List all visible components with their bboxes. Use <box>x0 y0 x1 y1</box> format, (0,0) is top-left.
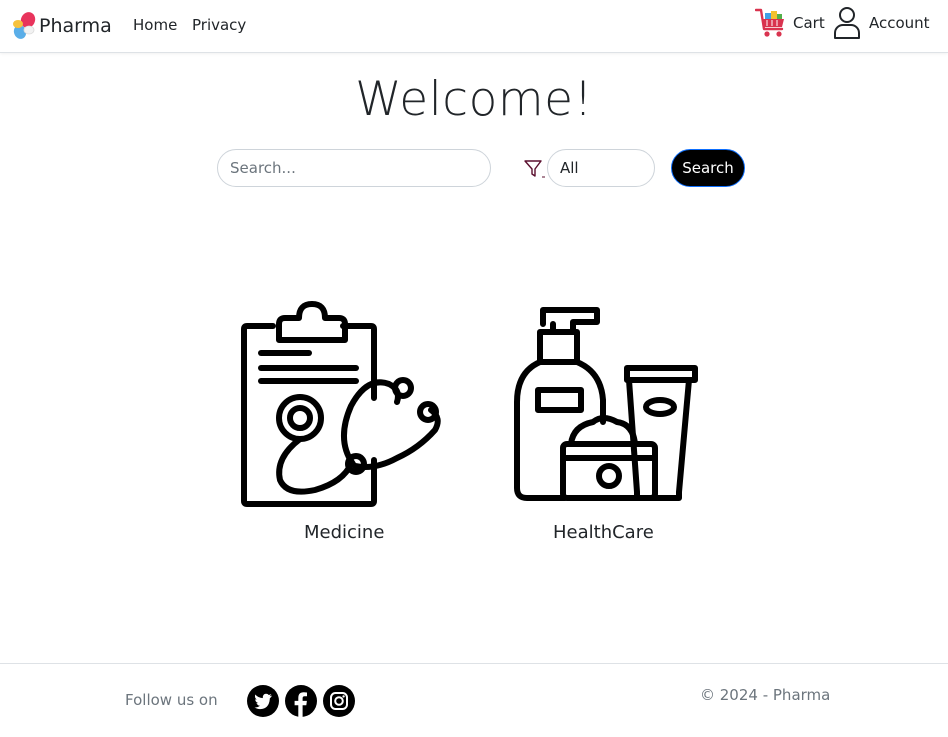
twitter-icon[interactable] <box>247 685 279 717</box>
shopping-cart-icon <box>755 8 784 37</box>
cart-link[interactable]: Cart <box>755 7 825 39</box>
cart-label: Cart <box>793 14 825 32</box>
brand-link[interactable]: Pharma <box>11 11 112 41</box>
clipboard-stethoscope-icon <box>241 301 441 507</box>
filter-icon <box>524 160 545 178</box>
nav-link-privacy[interactable]: Privacy <box>192 15 246 35</box>
copyright-text: © 2024 - Pharma <box>700 686 831 704</box>
footer: Follow us on © 2024 - Pharma <box>0 663 948 737</box>
category-healthcare[interactable]: HealthCare <box>505 300 701 543</box>
facebook-icon[interactable] <box>285 685 317 717</box>
category-medicine[interactable]: Medicine <box>235 298 451 543</box>
user-icon <box>834 7 860 39</box>
navbar: Pharma Home Privacy Cart Account <box>0 0 948 53</box>
brand-name: Pharma <box>39 15 112 37</box>
search-input[interactable] <box>217 149 491 187</box>
pills-logo-icon <box>13 12 36 39</box>
account-label: Account <box>869 14 930 32</box>
account-link[interactable]: Account <box>833 6 930 40</box>
nav-link-home[interactable]: Home <box>133 15 177 35</box>
page-title: Welcome! <box>355 72 593 127</box>
category-label-medicine: Medicine <box>304 522 385 543</box>
healthcare-products-icon <box>514 307 698 501</box>
category-filter-select[interactable]: All <box>547 149 655 187</box>
search-button[interactable]: Search <box>671 149 745 187</box>
follow-us-label: Follow us on <box>125 691 218 709</box>
instagram-icon[interactable] <box>323 685 355 717</box>
category-label-healthcare: HealthCare <box>553 522 654 543</box>
